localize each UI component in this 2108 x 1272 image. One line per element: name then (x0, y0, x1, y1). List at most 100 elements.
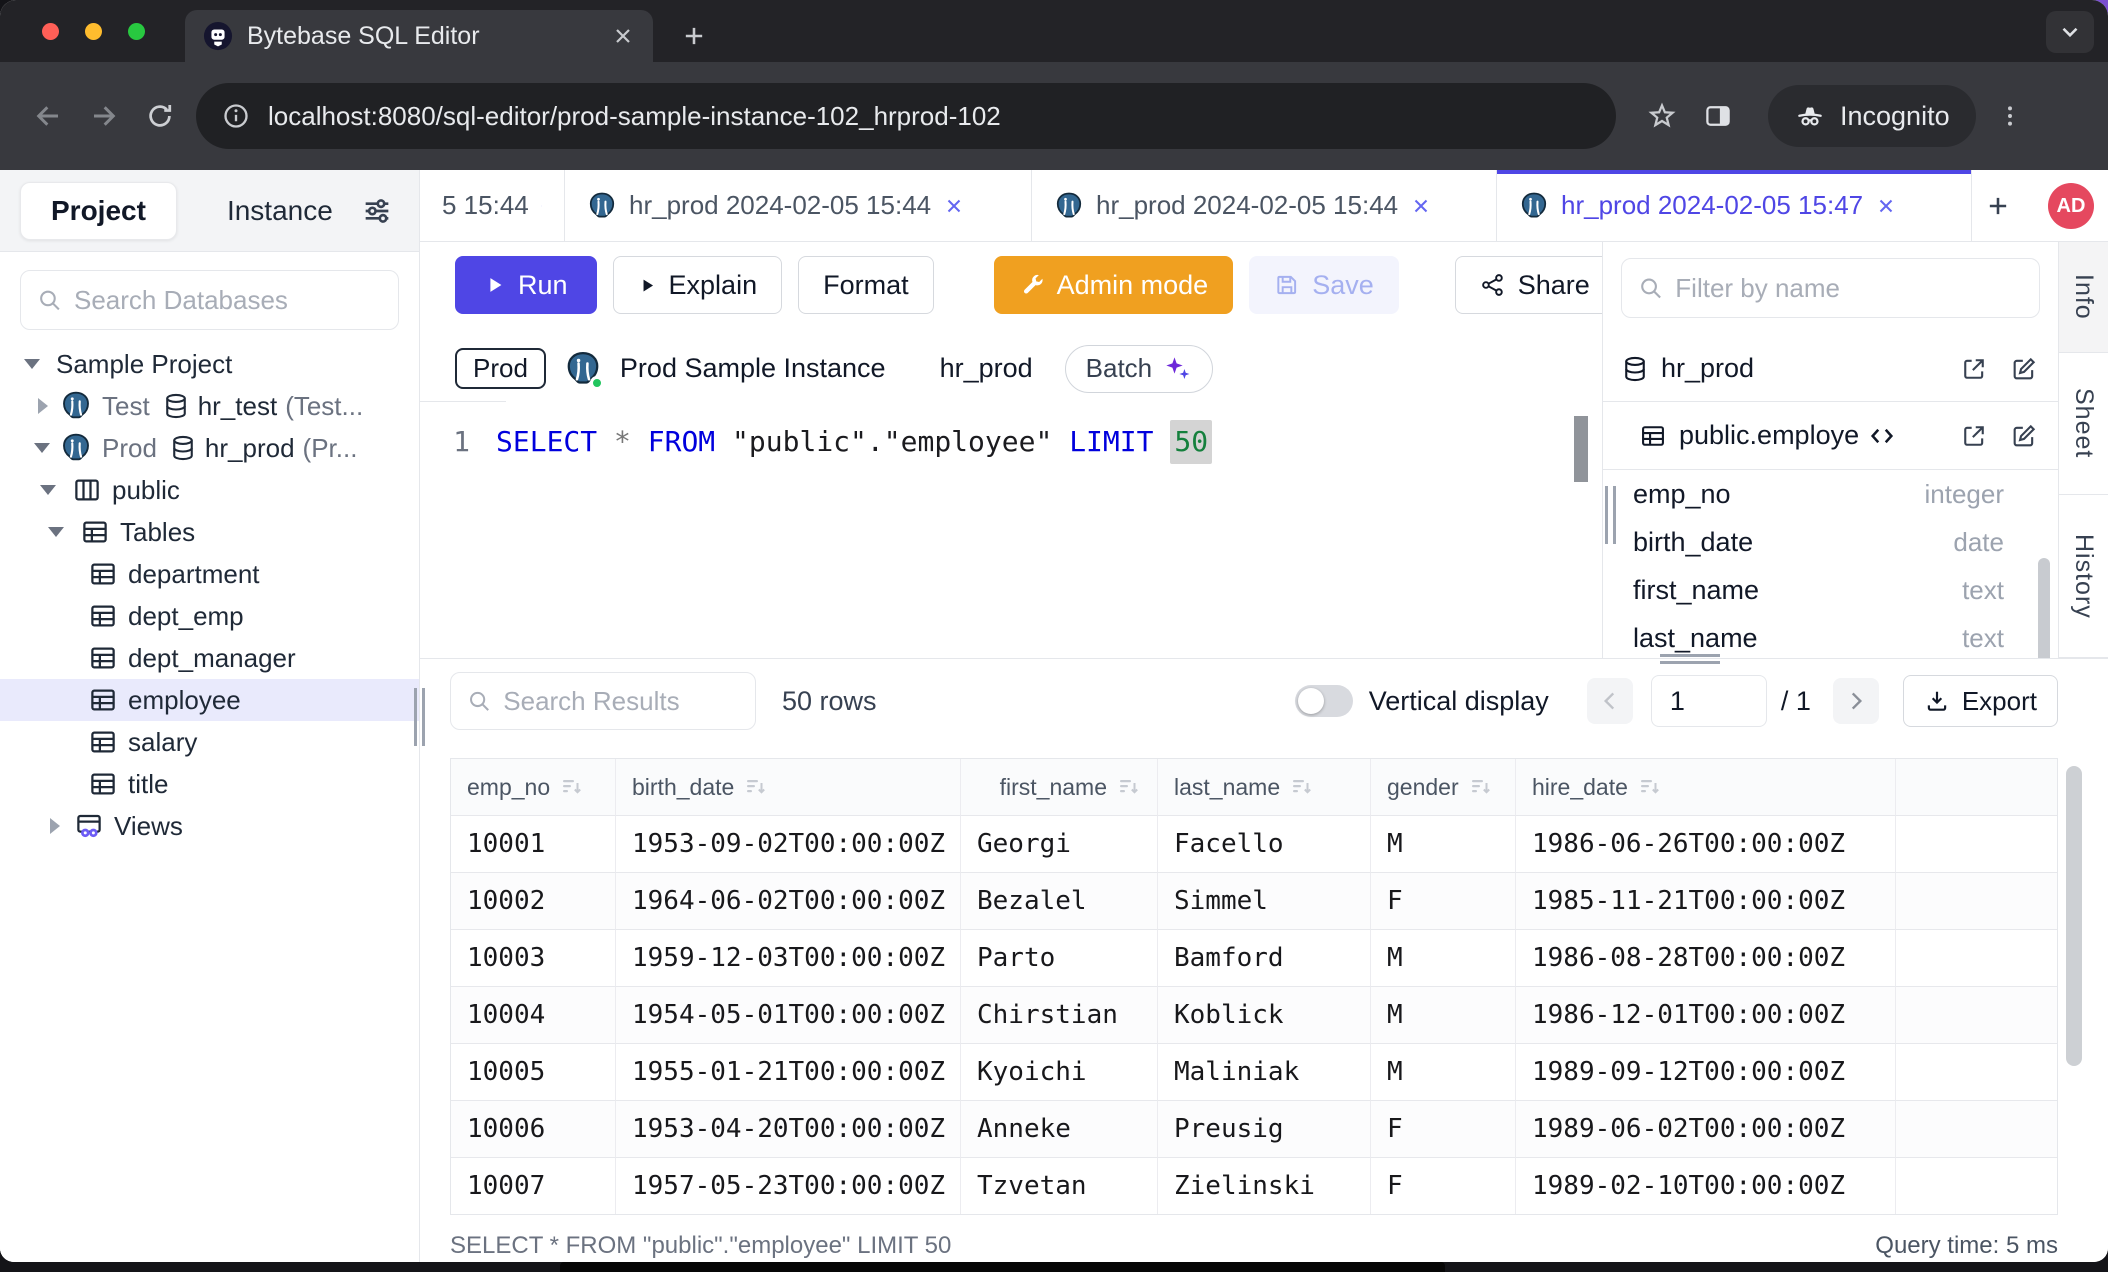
sidebar-resize-handle[interactable] (414, 688, 425, 746)
batch-button[interactable]: Batch (1065, 345, 1214, 393)
column-row[interactable]: last_nametext (1603, 614, 2058, 658)
site-info-icon[interactable] (222, 102, 250, 130)
save-button[interactable]: Save (1249, 256, 1399, 314)
run-button[interactable]: Run (455, 256, 597, 314)
share-button[interactable]: Share (1455, 256, 1615, 314)
sort-icon[interactable] (1469, 775, 1493, 799)
tree-item-tables[interactable]: Tables (0, 511, 419, 553)
admin-mode-button[interactable]: Admin mode (994, 256, 1234, 314)
tree-item-project[interactable]: Sample Project (0, 343, 419, 385)
instance-name[interactable]: Prod Sample Instance (620, 353, 886, 384)
schema-table-row[interactable]: public.employe (1603, 402, 2058, 470)
column-header-emp_no[interactable]: emp_no (451, 759, 615, 815)
close-window-button[interactable] (42, 23, 59, 40)
caret-down-icon[interactable] (24, 359, 40, 369)
tab-instance[interactable]: Instance (227, 195, 333, 227)
schema-scrollbar[interactable] (2038, 558, 2050, 658)
table-row[interactable]: 100071957-05-23T00:00:00ZTzvetanZielinsk… (451, 1157, 2057, 1214)
sort-icon[interactable] (744, 775, 768, 799)
database-search[interactable] (20, 270, 399, 330)
settings-icon[interactable] (361, 195, 393, 227)
search-results-input[interactable] (503, 686, 739, 717)
rail-tab-info[interactable]: Info (2059, 242, 2108, 353)
caret-down-icon[interactable] (48, 527, 64, 537)
tree-item-hr_test[interactable]: Test hr_test (Test... (0, 385, 419, 427)
zoom-window-button[interactable] (128, 23, 145, 40)
caret-right-icon[interactable] (38, 398, 48, 414)
table-row[interactable]: 100011953-09-02T00:00:00ZGeorgiFacelloM1… (451, 815, 2057, 872)
rail-tab-history[interactable]: History (2059, 495, 2108, 658)
browser-menu-button[interactable] (1982, 88, 2038, 144)
editor-tab-3[interactable]: hr_prod 2024-02-05 15:44 (1032, 170, 1497, 241)
tree-item-table-title[interactable]: title (0, 763, 419, 805)
schema-database-row[interactable]: hr_prod (1603, 336, 2058, 402)
column-row[interactable]: emp_nointeger (1603, 470, 2058, 518)
editor-tab-4-active[interactable]: hr_prod 2024-02-05 15:47 (1497, 170, 1972, 241)
tree-item-table-salary[interactable]: salary (0, 721, 419, 763)
bookmark-button[interactable] (1634, 88, 1690, 144)
sort-icon[interactable] (1117, 775, 1141, 799)
column-header-last_name[interactable]: last_name (1157, 759, 1370, 815)
sort-icon[interactable] (1290, 775, 1314, 799)
close-tab-icon[interactable] (1875, 195, 1897, 217)
external-link-icon[interactable] (1960, 355, 1988, 383)
vertical-display-toggle[interactable] (1295, 685, 1353, 717)
table-row[interactable]: 100051955-01-21T00:00:00ZKyoichiMaliniak… (451, 1043, 2057, 1100)
column-header-birth_date[interactable]: birth_date (615, 759, 960, 815)
tree-item-views[interactable]: Views (0, 805, 419, 847)
sort-icon[interactable] (560, 775, 584, 799)
caret-down-icon[interactable] (40, 485, 56, 495)
edit-icon[interactable] (2010, 422, 2038, 450)
tree-item-table-employee[interactable]: employee (0, 679, 419, 721)
tab-search-button[interactable] (2046, 11, 2094, 53)
browser-tab[interactable]: Bytebase SQL Editor (185, 10, 653, 62)
page-number-input[interactable] (1651, 675, 1767, 727)
close-tab-icon[interactable] (1410, 195, 1432, 217)
external-link-icon[interactable] (1960, 422, 1988, 450)
splitter-handle[interactable] (1660, 654, 1720, 664)
filter-by-name-input[interactable] (1675, 273, 2023, 304)
tree-item-table-dept_emp[interactable]: dept_emp (0, 595, 419, 637)
column-row[interactable]: birth_datedate (1603, 518, 2058, 566)
editor-scrollbar[interactable] (1574, 416, 1588, 482)
tab-project[interactable]: Project (20, 182, 177, 240)
column-header-first_name[interactable]: first_name (960, 759, 1157, 815)
explain-button[interactable]: Explain (613, 256, 783, 314)
table-row[interactable]: 100061953-04-20T00:00:00ZAnnekePreusigF1… (451, 1100, 2057, 1157)
editor-tab-1[interactable]: 5 15:44 (420, 170, 565, 241)
edit-icon[interactable] (2010, 355, 2038, 383)
close-tab-icon[interactable] (943, 195, 965, 217)
format-button[interactable]: Format (798, 256, 934, 314)
url-bar[interactable]: localhost:8080/sql-editor/prod-sample-in… (196, 83, 1616, 149)
tree-item-hr_prod[interactable]: Prod hr_prod (Pr... (0, 427, 419, 469)
column-row[interactable]: first_nametext (1603, 566, 2058, 614)
tree-item-table-dept_manager[interactable]: dept_manager (0, 637, 419, 679)
prev-page-button[interactable] (1587, 678, 1633, 724)
editor-tab-2[interactable]: hr_prod 2024-02-05 15:44 (565, 170, 1032, 241)
side-panel-button[interactable] (1690, 88, 1746, 144)
export-button[interactable]: Export (1903, 675, 2058, 727)
caret-down-icon[interactable] (34, 443, 50, 453)
table-row[interactable]: 100031959-12-03T00:00:00ZPartoBamfordM19… (451, 929, 2057, 986)
column-header-hire_date[interactable]: hire_date (1515, 759, 1895, 815)
table-scrollbar[interactable] (2066, 766, 2082, 1066)
search-databases-input[interactable] (74, 285, 382, 316)
new-query-tab-button[interactable] (1972, 170, 2024, 241)
table-row[interactable]: 100041954-05-01T00:00:00ZChirstianKoblic… (451, 986, 2057, 1043)
close-tab-icon[interactable] (541, 195, 542, 217)
back-button[interactable] (20, 88, 76, 144)
rail-tab-sheet[interactable]: Sheet (2059, 353, 2108, 495)
tree-item-table-department[interactable]: department (0, 553, 419, 595)
schema-resize-handle[interactable] (1605, 486, 1616, 544)
results-search[interactable] (450, 672, 756, 730)
table-row[interactable]: 100021964-06-02T00:00:00ZBezalelSimmelF1… (451, 872, 2057, 929)
caret-right-icon[interactable] (50, 818, 60, 834)
reload-button[interactable] (132, 88, 188, 144)
tree-item-public-schema[interactable]: public (0, 469, 419, 511)
sql-editor[interactable]: 1 SELECT * FROM "public"."employee" LIMI… (420, 402, 1602, 658)
new-tab-button[interactable] (672, 14, 716, 58)
results-splitter[interactable] (420, 658, 2108, 659)
minimize-window-button[interactable] (85, 23, 102, 40)
close-tab-icon[interactable] (611, 24, 635, 48)
sort-icon[interactable] (1638, 775, 1662, 799)
